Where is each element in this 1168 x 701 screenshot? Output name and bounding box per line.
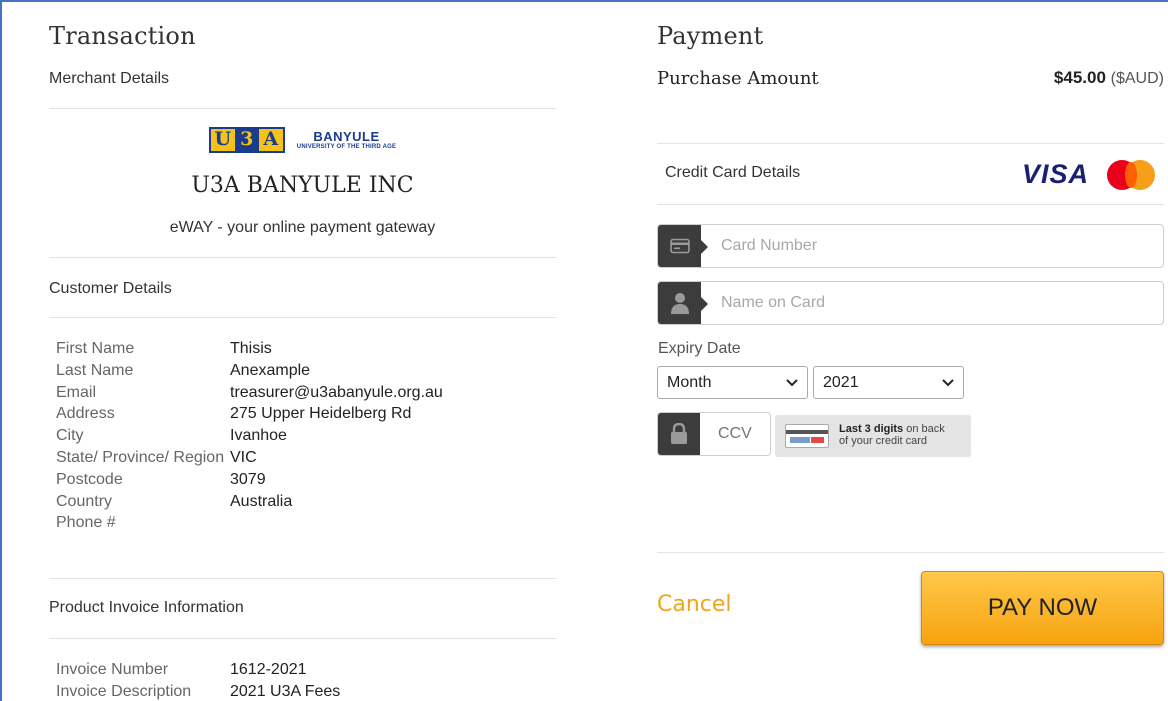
lock-icon [658,413,700,455]
payment-page: Transaction Merchant Details U 3 A BANYU… [0,0,1168,701]
customer-details-label: Customer Details [49,280,172,297]
chevron-down-icon [786,376,798,390]
card-number-field [657,224,1164,268]
payment-heading: Payment [657,22,764,50]
table-row: Last Name Anexample [56,361,443,383]
row-value: 2021 U3A Fees [230,682,341,700]
row-key: State/ Province/ Region [56,448,225,466]
divider [49,578,556,579]
row-value: Anexample [230,361,311,379]
gateway-text: eWAY - your online payment gateway [169,219,436,236]
amount-value: $45.00 [1053,68,1106,87]
table-row: Address 275 Upper Heidelberg Rd [56,404,443,426]
row-key: First Name [56,340,135,357]
purchase-amount-label: Purchase Amount [657,68,819,89]
table-row: Invoice Number 1612-2021 [56,660,340,682]
table-row: Country Australia [56,492,443,514]
row-value: Australia [230,492,293,510]
table-row: State/ Province/ Region VIC [56,448,443,470]
banyule-wordmark: BANYULE UNIVERSITY OF THE THIRD AGE [297,130,396,150]
table-row: Email treasurer@u3abanyule.org.au [56,383,443,405]
logo-line1: BANYULE [313,129,380,144]
ccv-input[interactable] [700,413,770,455]
expiry-month-select[interactable]: Month [657,366,808,399]
table-row: City Ivanhoe [56,426,443,448]
year-selected-value: 2021 [823,373,859,391]
merchant-logo: U 3 A BANYULE UNIVERSITY OF THE THIRD AG… [49,127,556,153]
purchase-amount: $45.00 ($AUD) [1054,68,1164,88]
row-value [230,513,443,535]
user-icon [658,282,708,324]
divider [49,257,556,258]
row-key: City [56,427,84,445]
row-key: Address [56,405,115,423]
row-key: Last Name [56,361,134,379]
merchant-name: U3A BANYULE INC [191,173,414,198]
row-value: treasurer@u3abanyule.org.au [230,383,443,401]
ccv-hint-rest: on back [903,423,945,436]
month-selected-value: Month [667,373,712,391]
row-value: 275 Upper Heidelberg Rd [230,405,412,423]
table-row: Phone # [56,513,443,535]
credit-card-details-label: Credit Card Details [665,164,801,181]
ccv-hint-text: Last 3 digits on back of your credit car… [839,424,945,447]
row-key: Phone # [56,514,116,532]
row-value: Thisis [230,340,272,357]
divider [49,317,556,318]
logo-letter: A [258,129,283,151]
table-row: First Name Thisis [56,339,443,361]
cancel-link[interactable]: Cancel [657,592,732,617]
logo-letter: 3 [234,129,259,151]
credit-card-icon [658,225,708,267]
invoice-table: Invoice Number 1612-2021 Invoice Descript… [56,660,340,701]
row-key: Country [56,492,113,510]
customer-details-table: First Name Thisis Last Name Anexample Emai… [56,339,443,535]
merchant-details-label: Merchant Details [49,70,170,87]
divider [657,204,1164,205]
product-invoice-label: Product Invoice Information [49,599,244,616]
transaction-heading: Transaction [49,22,196,50]
u3a-logo-letters: U 3 A [208,127,285,153]
ccv-hint-rest: of your credit card [839,435,928,447]
row-key: Email [56,383,97,401]
row-key: Postcode [56,470,123,488]
divider [657,143,1164,144]
table-row: Invoice Description 2021 U3A Fees [56,682,340,701]
row-value: VIC [230,448,257,466]
mastercard-icon [1107,160,1155,190]
card-back-icon [785,424,829,448]
card-number-input[interactable] [701,225,1163,267]
row-value: 1612-2021 [230,661,307,678]
ccv-hint-bold: Last 3 digits [839,423,904,436]
name-on-card-input[interactable] [701,282,1163,324]
ccv-field [657,412,771,456]
name-on-card-field [657,281,1164,325]
chevron-down-icon [942,376,954,390]
logo-line2: UNIVERSITY OF THE THIRD AGE [296,144,397,150]
currency-label: ($AUD) [1110,70,1164,87]
divider [49,108,556,109]
divider [657,552,1164,553]
row-value: Ivanhoe [230,427,287,445]
table-row: Postcode 3079 [56,470,443,492]
expiry-date-label: Expiry Date [658,340,741,357]
divider [49,638,556,639]
row-key: Invoice Description [56,682,192,700]
visa-icon: VISA [1022,159,1090,189]
expiry-year-select[interactable]: 2021 [813,366,964,399]
logo-letter: U [210,129,235,151]
row-key: Invoice Number [56,661,169,678]
row-value: 3079 [230,470,266,488]
ccv-hint: Last 3 digits on back of your credit car… [775,415,971,457]
pay-now-button[interactable]: PAY NOW [921,571,1164,645]
